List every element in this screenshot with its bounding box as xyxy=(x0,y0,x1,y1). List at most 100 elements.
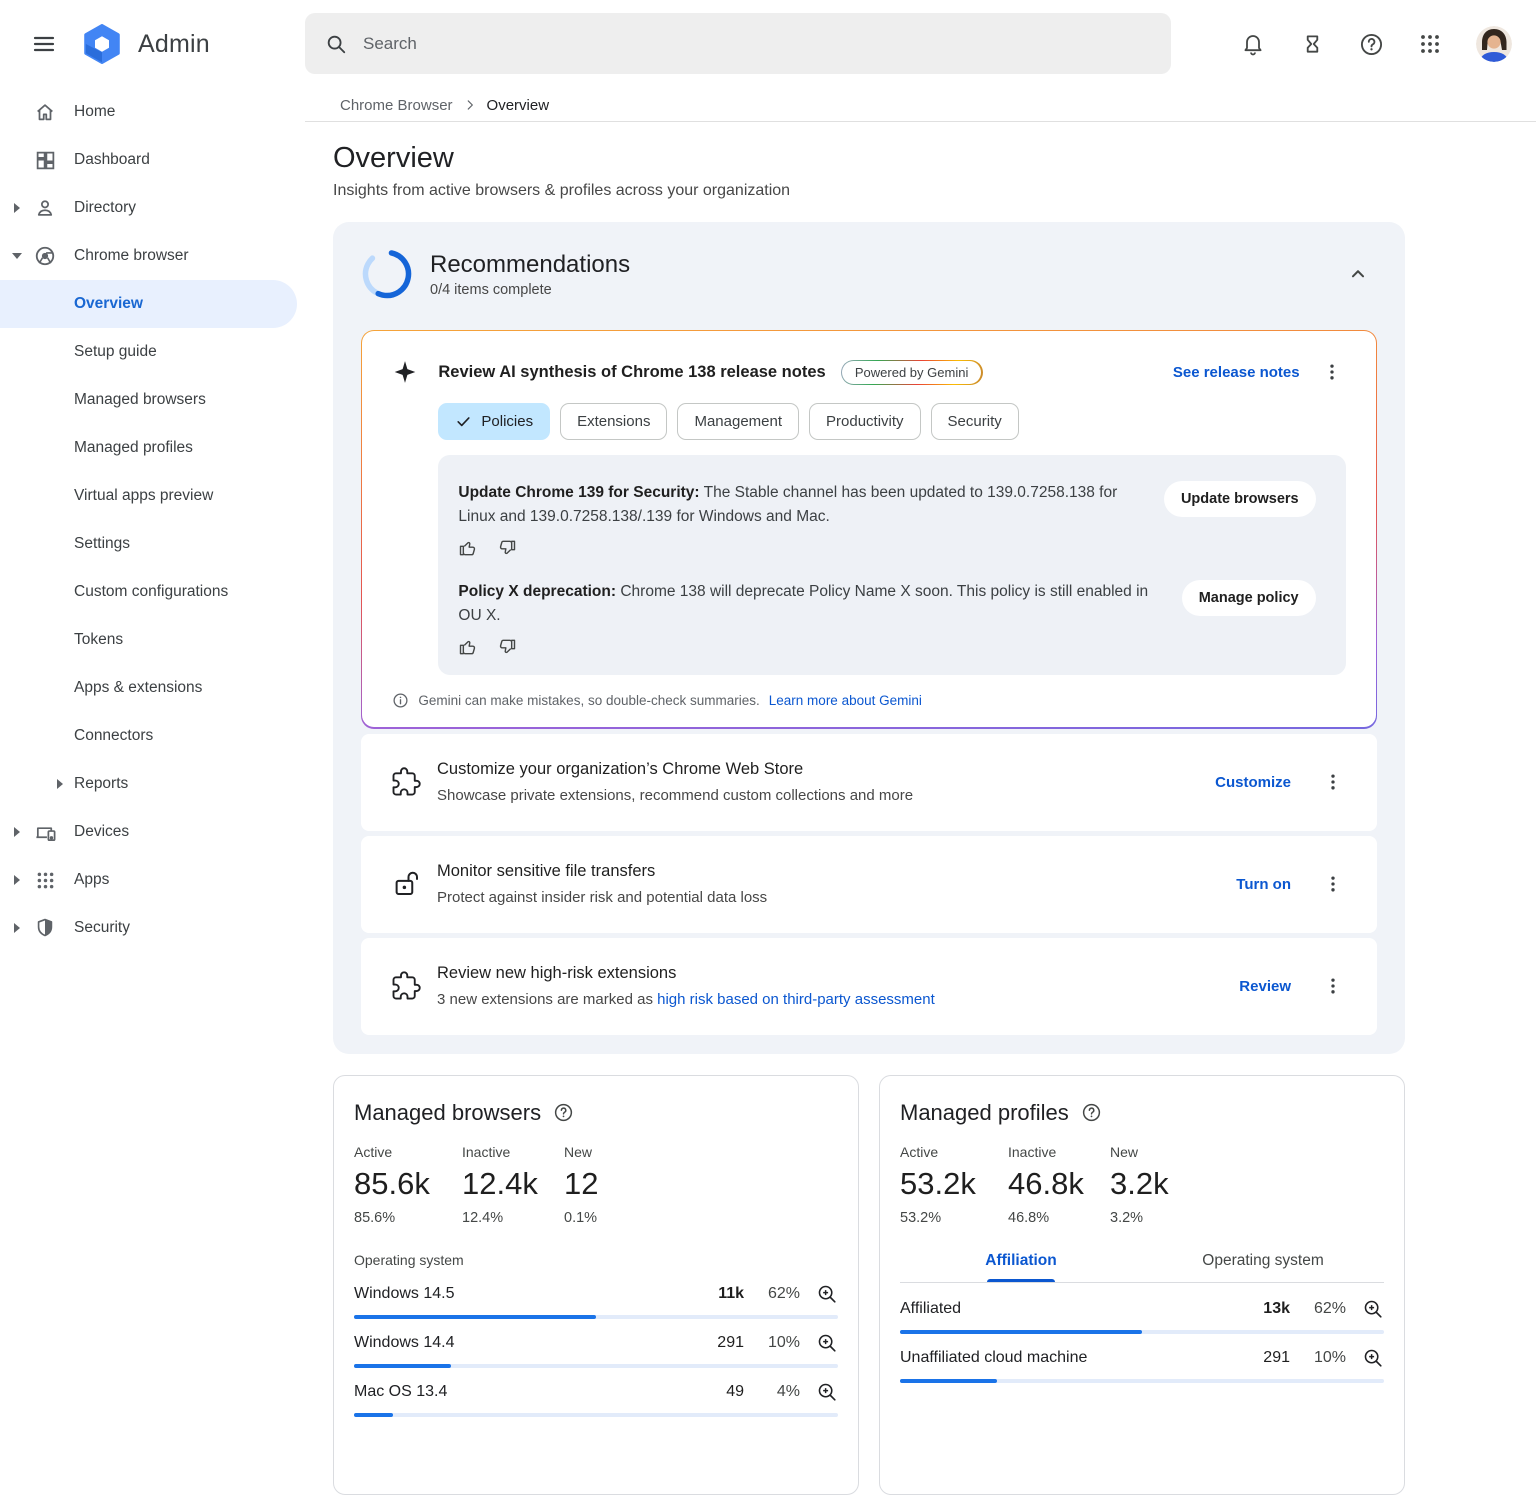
expand-caret-icon[interactable] xyxy=(12,875,22,885)
gemini-summaries-box: Update Chrome 139 for Security: The Stab… xyxy=(438,455,1345,675)
thumbs-down-icon[interactable] xyxy=(497,538,517,558)
sidebar-item-dashboard[interactable]: Dashboard xyxy=(0,136,305,184)
menu-icon[interactable] xyxy=(26,26,62,62)
notifications-bell-icon[interactable] xyxy=(1240,31,1266,57)
learn-more-gemini-link[interactable]: Learn more about Gemini xyxy=(769,693,922,708)
collapse-caret-icon[interactable] xyxy=(12,253,22,259)
sidebar-item-security[interactable]: Security xyxy=(0,904,305,952)
chip-security[interactable]: Security xyxy=(931,403,1019,440)
google-apps-grid-icon[interactable] xyxy=(1417,31,1443,57)
task-customize-web-store: Customize your organization’s Chrome Web… xyxy=(361,734,1377,831)
summary-item: Update Chrome 139 for Security: The Stab… xyxy=(458,481,1315,558)
managed-profiles-card: Managed profiles Active 53.2k 53.2% Inac… xyxy=(879,1075,1405,1495)
task-title: Review new high-risk extensions xyxy=(437,964,1239,983)
sidebar-item-connectors[interactable]: Connectors xyxy=(0,712,305,760)
powered-by-gemini-badge: Powered by Gemini xyxy=(841,360,983,385)
more-options-kebab-icon[interactable] xyxy=(1318,358,1346,386)
zoom-in-icon[interactable] xyxy=(816,1283,838,1305)
profiles-tabs: Affiliation Operating system xyxy=(900,1242,1384,1283)
gemini-recommendation-card: Review AI synthesis of Chrome 138 releas… xyxy=(361,330,1377,729)
sidebar-item-managed-profiles[interactable]: Managed profiles xyxy=(0,424,305,472)
os-row: Windows 14.5 11k 62% xyxy=(354,1270,838,1319)
sidebar-item-setup-guide[interactable]: Setup guide xyxy=(0,328,305,376)
apps-grid-icon xyxy=(33,868,57,892)
manage-policy-button[interactable]: Manage policy xyxy=(1182,580,1316,616)
divider xyxy=(305,121,1536,122)
help-icon[interactable] xyxy=(1358,31,1384,57)
puzzle-icon xyxy=(391,767,421,797)
sidebar-item-custom-configurations[interactable]: Custom configurations xyxy=(0,568,305,616)
breadcrumb-parent[interactable]: Chrome Browser xyxy=(340,97,453,114)
thumbs-up-icon[interactable] xyxy=(458,637,478,657)
sidebar-item-tokens[interactable]: Tokens xyxy=(0,616,305,664)
summary-heading: Policy X deprecation: xyxy=(458,583,616,600)
more-options-kebab-icon[interactable] xyxy=(1319,768,1347,796)
sidebar-item-settings[interactable]: Settings xyxy=(0,520,305,568)
zoom-in-icon[interactable] xyxy=(816,1332,838,1354)
tab-operating-system[interactable]: Operating system xyxy=(1142,1242,1384,1282)
sidebar-item-overview[interactable]: Overview xyxy=(0,280,297,328)
affiliation-row: Unaffiliated cloud machine 291 10% xyxy=(900,1334,1384,1383)
more-options-kebab-icon[interactable] xyxy=(1319,972,1347,1000)
sidebar-item-reports[interactable]: Reports xyxy=(0,760,305,808)
affiliation-row: Affiliated 13k 62% xyxy=(900,1285,1384,1334)
sidebar-nav: Home Dashboard Directory Chrome browser … xyxy=(0,88,305,1378)
card-title: Managed browsers xyxy=(354,1100,541,1126)
sidebar-item-home[interactable]: Home xyxy=(0,88,305,136)
see-release-notes-link[interactable]: See release notes xyxy=(1173,364,1300,381)
page-subtitle: Insights from active browsers & profiles… xyxy=(333,182,1405,200)
sidebar-item-devices[interactable]: Devices xyxy=(0,808,305,856)
customize-link[interactable]: Customize xyxy=(1215,774,1291,791)
recommendations-card: Recommendations 0/4 items complete Revie… xyxy=(333,222,1405,1054)
chip-policies[interactable]: Policies xyxy=(438,403,550,440)
more-options-kebab-icon[interactable] xyxy=(1319,870,1347,898)
turn-on-link[interactable]: Turn on xyxy=(1236,876,1291,893)
task-subtitle: Showcase private extensions, recommend c… xyxy=(437,787,1215,804)
review-link[interactable]: Review xyxy=(1239,978,1291,995)
person-icon xyxy=(33,196,57,220)
summary-item: Policy X deprecation: Chrome 138 will de… xyxy=(458,580,1315,657)
pending-tasks-hourglass-icon[interactable] xyxy=(1299,31,1325,57)
search-bar[interactable] xyxy=(305,13,1171,74)
shield-icon xyxy=(33,916,57,940)
stat-new: New 3.2k 3.2% xyxy=(1110,1144,1218,1226)
stat-new: New 12 0.1% xyxy=(564,1144,672,1226)
expand-caret-icon[interactable] xyxy=(55,779,65,789)
zoom-in-icon[interactable] xyxy=(1362,1347,1384,1369)
tab-affiliation[interactable]: Affiliation xyxy=(900,1242,1142,1282)
gemini-sparkle-icon xyxy=(392,359,418,385)
chip-management[interactable]: Management xyxy=(677,403,799,440)
info-icon xyxy=(392,692,409,709)
sidebar-item-directory[interactable]: Directory xyxy=(0,184,305,232)
zoom-in-icon[interactable] xyxy=(1362,1298,1384,1320)
sidebar-item-chrome-browser[interactable]: Chrome browser xyxy=(0,232,305,280)
help-icon[interactable] xyxy=(553,1102,574,1123)
chip-extensions[interactable]: Extensions xyxy=(560,403,667,440)
user-avatar[interactable] xyxy=(1476,26,1512,62)
collapse-chevron-icon[interactable] xyxy=(1343,259,1373,289)
usage-bar xyxy=(900,1379,997,1383)
recommendations-title: Recommendations xyxy=(430,251,1343,279)
sidebar-item-virtual-apps-preview[interactable]: Virtual apps preview xyxy=(0,472,305,520)
expand-caret-icon[interactable] xyxy=(12,827,22,837)
stat-active: Active 53.2k 53.2% xyxy=(900,1144,1008,1226)
expand-caret-icon[interactable] xyxy=(12,923,22,933)
expand-caret-icon[interactable] xyxy=(12,203,22,213)
thumbs-down-icon[interactable] xyxy=(497,637,517,657)
update-browsers-button[interactable]: Update browsers xyxy=(1164,481,1316,517)
help-icon[interactable] xyxy=(1081,1102,1102,1123)
task-review-high-risk-extensions: Review new high-risk extensions 3 new ex… xyxy=(361,938,1377,1035)
high-risk-assessment-link[interactable]: high risk based on third-party assessmen… xyxy=(657,991,935,1008)
main-area: Chrome Browser Overview Overview Insight… xyxy=(305,88,1536,1378)
task-title: Customize your organization’s Chrome Web… xyxy=(437,760,1215,779)
os-row: Mac OS 13.4 49 4% xyxy=(354,1368,838,1417)
thumbs-up-icon[interactable] xyxy=(458,538,478,558)
sidebar-item-apps[interactable]: Apps xyxy=(0,856,305,904)
search-input[interactable] xyxy=(363,34,1151,54)
sidebar-item-apps-extensions[interactable]: Apps & extensions xyxy=(0,664,305,712)
sidebar-item-managed-browsers[interactable]: Managed browsers xyxy=(0,376,305,424)
managed-browsers-card: Managed browsers Active 85.6k 85.6% Inac… xyxy=(333,1075,859,1495)
chip-productivity[interactable]: Productivity xyxy=(809,403,921,440)
zoom-in-icon[interactable] xyxy=(816,1381,838,1403)
stat-active: Active 85.6k 85.6% xyxy=(354,1144,462,1226)
